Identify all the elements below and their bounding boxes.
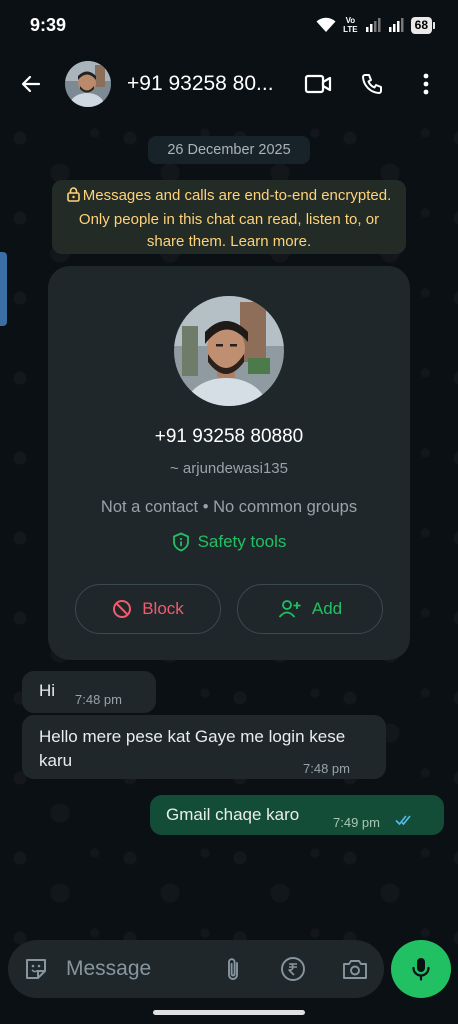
signal-2-icon: [388, 17, 404, 33]
contact-name[interactable]: +91 93258 80...: [127, 72, 282, 96]
add-label: Add: [311, 599, 343, 618]
header-actions: [300, 50, 444, 118]
voice-call-button[interactable]: [354, 66, 390, 102]
mic-icon: [412, 958, 430, 981]
message-time: 7:48 pm: [75, 692, 122, 707]
sticker-icon: [26, 959, 46, 979]
battery-indicator: 68: [410, 16, 436, 34]
volte-bottom: LTE: [343, 25, 358, 34]
voice-message-button[interactable]: [391, 940, 451, 998]
add-person-icon: [278, 600, 301, 618]
signal-icon: [365, 17, 381, 33]
safety-tools-label: Safety tools: [197, 532, 287, 551]
message-text: Hi: [39, 681, 56, 700]
block-button[interactable]: Block: [75, 584, 221, 634]
encryption-notice-text: Messages and calls are end-to-end encryp…: [78, 187, 392, 250]
video-call-button[interactable]: [300, 66, 336, 102]
contact-meta: Not a contact • No common groups: [100, 498, 358, 516]
contact-profile-photo[interactable]: [174, 296, 284, 406]
attach-button[interactable]: [219, 955, 247, 983]
status-bar: 9:39 Vo LTE 68: [0, 0, 458, 50]
volte-indicator: Vo LTE: [343, 16, 358, 34]
message-bubble-outgoing[interactable]: Gmail chaqe karo 7:49 pm: [150, 795, 444, 835]
message-time: 7:49 pm: [333, 815, 380, 830]
lock-icon: [66, 187, 80, 209]
chat-header: +91 93258 80...: [0, 50, 458, 118]
more-options-icon: [423, 73, 429, 95]
camera-icon: [343, 960, 367, 979]
message-input[interactable]: [66, 954, 206, 984]
side-edge-tab[interactable]: [0, 252, 7, 326]
attach-icon: [228, 958, 238, 980]
message-text: Gmail chaqe karo: [166, 805, 300, 824]
encryption-notice[interactable]: Messages and calls are end-to-end encryp…: [52, 180, 406, 254]
payment-button[interactable]: [279, 955, 307, 983]
back-arrow-icon: [21, 75, 41, 93]
shield-icon: [172, 532, 189, 552]
sticker-button[interactable]: [22, 955, 50, 983]
contact-avatar[interactable]: [65, 61, 111, 107]
status-time: 9:39: [30, 14, 67, 35]
double-check-icon: [395, 815, 411, 826]
home-indicator: [153, 1010, 305, 1015]
back-button[interactable]: [3, 56, 59, 112]
contact-info-card: +91 93258 80880 ~ arjundewasi135 Not a c…: [48, 266, 410, 660]
more-options-button[interactable]: [408, 66, 444, 102]
add-contact-button[interactable]: Add: [237, 584, 383, 634]
wifi-icon: [316, 17, 336, 33]
date-chip: 26 December 2025: [148, 136, 310, 164]
camera-button[interactable]: [341, 955, 369, 983]
message-time: 7:48 pm: [303, 761, 350, 776]
message-composer: [8, 940, 384, 998]
contact-phone-number: +91 93258 80880: [154, 426, 304, 447]
safety-tools-link[interactable]: Safety tools: [48, 532, 410, 552]
message-bubble-incoming[interactable]: Hello mere pese kat Gaye me login kese k…: [22, 715, 386, 779]
block-icon: [113, 600, 132, 618]
contact-username: ~ arjundewasi135: [169, 460, 288, 477]
phone-icon: [362, 74, 382, 94]
block-label: Block: [142, 599, 184, 618]
rupee-icon: [281, 957, 305, 981]
status-icons: Vo LTE 68: [316, 16, 436, 34]
message-bubble-incoming[interactable]: Hi 7:48 pm: [22, 671, 156, 713]
volte-top: Vo: [345, 16, 356, 25]
video-call-icon: [304, 74, 332, 94]
